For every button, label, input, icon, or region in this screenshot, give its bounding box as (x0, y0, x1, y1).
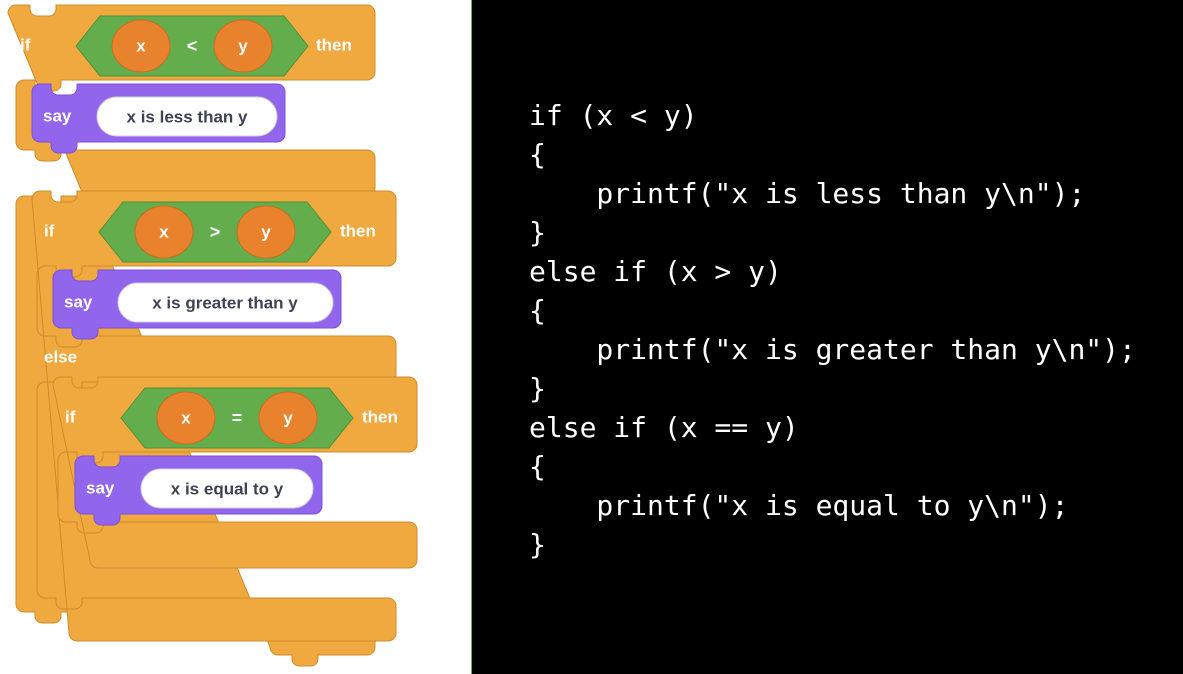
code-terminal-panel: if (x < y) { printf("x is less than y\n"… (471, 0, 1183, 674)
say-greater-than-label: say (64, 292, 93, 311)
say-less-than-label: say (43, 106, 72, 125)
variable-x-outer-label: x (136, 36, 146, 55)
variable-y-inner-label: y (283, 408, 293, 427)
c-source-code: if (x < y) { printf("x is less than y\n"… (529, 99, 1136, 561)
if-else-middle-then-label: then (340, 221, 376, 240)
variable-x-middle-label: x (159, 222, 169, 241)
if-else-middle-else-label: else (44, 347, 77, 366)
if-else-outer-then-label: then (316, 35, 352, 54)
say-less-than-input-value: x is less than y (127, 107, 248, 126)
say-equal-to-input-value: x is equal to y (171, 479, 284, 498)
if-else-outer-else-label: else (20, 161, 53, 180)
operator-symbol-equals: = (232, 408, 243, 428)
variable-x-inner-label: x (181, 408, 191, 427)
variable-y-middle-label: y (261, 222, 271, 241)
block-say-less-than[interactable]: say x is less than y (31, 83, 286, 154)
operator-greater-than-middle[interactable]: x > y (98, 201, 332, 263)
scratch-blocks-canvas: if then else x < y say x is less than y (7, 4, 418, 667)
if-else-inner-then-label: then (362, 407, 398, 426)
comparison-view: if then else x < y say x is less than y (0, 0, 1183, 674)
say-greater-than-input-value: x is greater than y (152, 293, 298, 312)
operator-symbol-greater-than: > (210, 222, 221, 242)
operator-equals-inner[interactable]: x = y (120, 387, 354, 449)
block-say-greater-than[interactable]: say x is greater than y (52, 269, 342, 340)
if-else-middle-if-label: if (44, 221, 55, 240)
say-equal-to-label: say (86, 478, 115, 497)
if-else-inner-if-label: if (65, 407, 76, 426)
if-else-outer-if-label: if (20, 35, 31, 54)
operator-symbol-less-than: < (187, 36, 198, 56)
operator-less-than-outer[interactable]: x < y (75, 15, 309, 77)
variable-y-outer-label: y (238, 36, 248, 55)
scratch-blocks-panel: if then else x < y say x is less than y (0, 0, 471, 674)
